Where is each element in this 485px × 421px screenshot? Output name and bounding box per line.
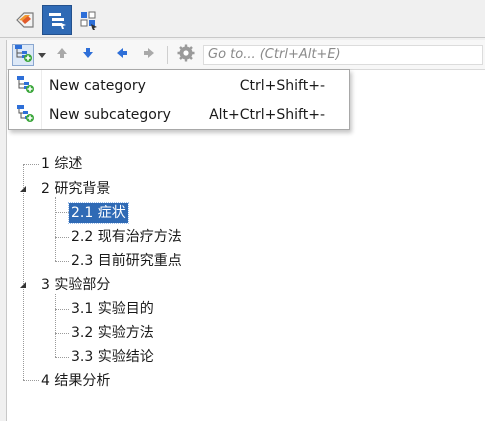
tree-node-2-2[interactable]: 2.2 现有治疗方法 [69, 227, 184, 247]
expand-toggle-2[interactable] [18, 184, 28, 194]
menu-item-label: New subcategory [49, 106, 171, 123]
new-category-icon [15, 74, 35, 98]
triangle-expanded-icon [19, 182, 27, 197]
tree-node-4[interactable]: 4 结果分析 [39, 371, 112, 391]
move-right-button[interactable] [138, 44, 160, 66]
arrow-down-icon [81, 46, 95, 64]
chevron-down-icon [38, 48, 46, 63]
tree-node-3-2[interactable]: 3.2 实验方法 [69, 323, 156, 343]
arrow-right-icon [142, 46, 156, 64]
toolbar-separator [167, 46, 168, 64]
menu-item-new-category[interactable]: New category Ctrl+Shift+- [9, 71, 349, 100]
tree-connector [55, 294, 56, 357]
menu-item-shortcut: Alt+Ctrl+Shift+- [209, 106, 325, 123]
tree-connector [55, 212, 69, 213]
menu-icon-cell [9, 71, 41, 100]
tree-connector [23, 380, 39, 381]
tree-node-3-1[interactable]: 3.1 实验目的 [69, 299, 156, 319]
tree-node-2[interactable]: 2 研究背景 [39, 179, 112, 199]
tab-bookmarks[interactable] [10, 5, 40, 35]
add-category-button[interactable] [12, 44, 34, 66]
tree-connector [23, 164, 39, 165]
view-tab-strip [0, 0, 485, 38]
menu-item-label: New category [49, 77, 146, 94]
new-subcategory-icon [15, 103, 35, 127]
triangle-expanded-icon [19, 278, 27, 293]
expand-toggle-3[interactable] [18, 280, 28, 290]
add-category-icon [13, 43, 33, 67]
tree-node-3-3[interactable]: 3.3 实验结论 [69, 347, 156, 367]
menu-item-new-subcategory[interactable]: New subcategory Alt+Ctrl+Shift+- [9, 100, 349, 129]
tree-node-1[interactable]: 1 综述 [39, 154, 84, 174]
tree-connector [55, 357, 69, 358]
bookmark-tag-icon [14, 9, 36, 31]
move-left-button[interactable] [111, 44, 133, 66]
tree-connector [55, 261, 69, 262]
move-up-button[interactable] [51, 44, 73, 66]
add-category-menu: New category Ctrl+Shift+- New subcategor… [8, 69, 350, 130]
arrow-up-icon [55, 46, 69, 64]
tab-structure[interactable] [74, 5, 104, 35]
tree-connector [55, 197, 56, 261]
tree-node-2-3[interactable]: 2.3 目前研究重点 [69, 251, 184, 271]
tree-node-2-1[interactable]: 2.1 症状 [68, 202, 129, 224]
tree-connector [55, 309, 69, 310]
goto-input[interactable]: Go to... (Ctrl+Alt+E) [203, 45, 483, 65]
dropdown-button[interactable] [36, 44, 48, 66]
tree-connector [55, 333, 69, 334]
arrow-left-icon [115, 46, 129, 64]
tab-outline[interactable] [42, 5, 72, 35]
outline-toolbar: Go to... (Ctrl+Alt+E) [7, 40, 485, 70]
menu-icon-cell [9, 100, 41, 129]
tree-node-3[interactable]: 3 实验部分 [39, 275, 112, 295]
menu-item-shortcut: Ctrl+Shift+- [239, 77, 325, 94]
outline-tree-icon [46, 9, 68, 31]
structure-grid-icon [78, 9, 100, 31]
gear-icon [177, 44, 195, 66]
move-down-button[interactable] [77, 44, 99, 66]
tree-connector [55, 237, 69, 238]
settings-button[interactable] [175, 44, 197, 66]
